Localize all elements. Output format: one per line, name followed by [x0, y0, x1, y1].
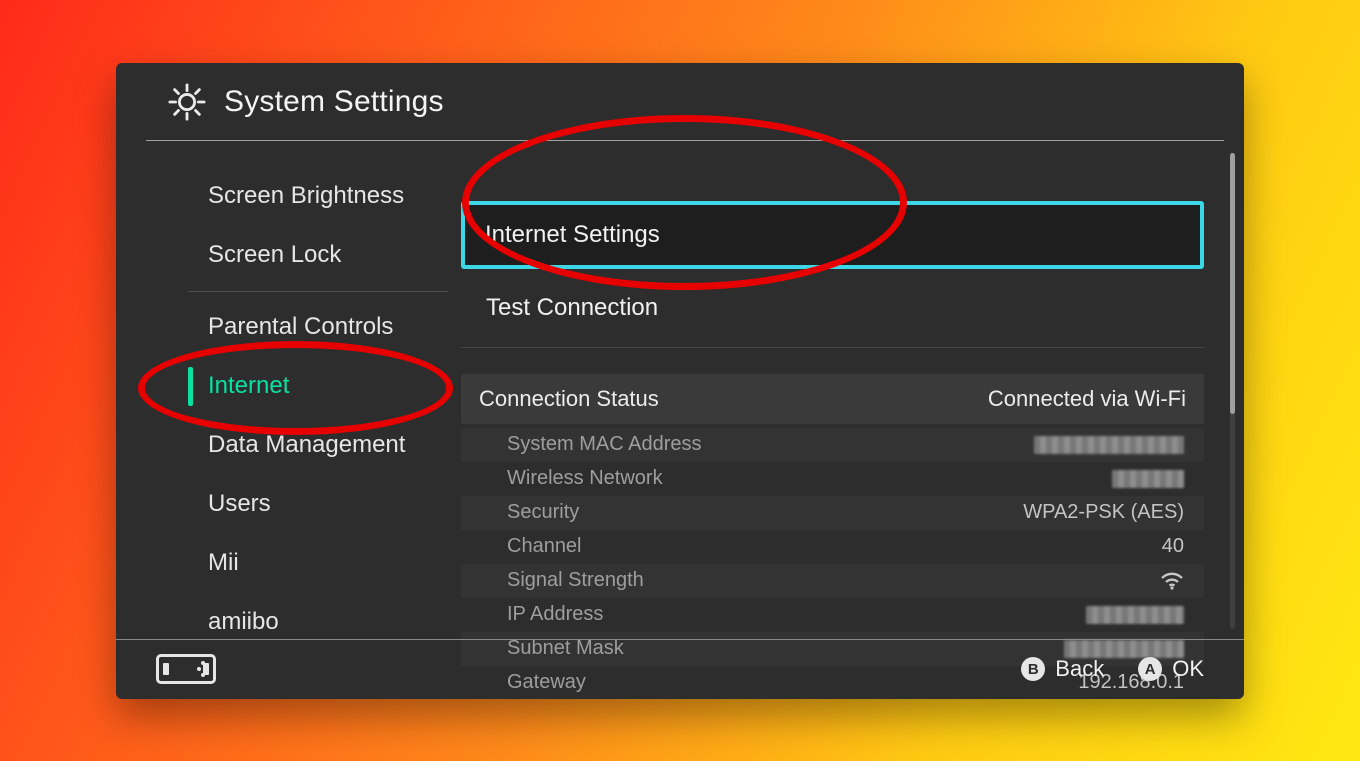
sidebar-item-mii[interactable]: Mii — [188, 534, 461, 593]
option-internet-settings[interactable]: Internet Settings — [461, 201, 1204, 269]
divider — [461, 347, 1204, 348]
back-button-hint[interactable]: B Back — [1021, 656, 1104, 682]
redacted-value — [1034, 436, 1184, 454]
b-button-icon: B — [1021, 657, 1045, 681]
sidebar-item-data-management[interactable]: Data Management — [188, 416, 461, 475]
settings-window: System Settings Screen Brightness Screen… — [116, 63, 1244, 699]
sidebar-item-internet[interactable]: Internet — [188, 357, 461, 416]
divider — [188, 291, 448, 292]
option-test-connection[interactable]: Test Connection — [461, 273, 1204, 343]
detail-signal-strength: Signal Strength — [461, 564, 1204, 598]
gear-icon — [168, 83, 206, 121]
controller-icon — [156, 654, 216, 684]
footer: B Back A OK — [116, 639, 1244, 699]
redacted-value — [1112, 470, 1184, 488]
a-button-icon: A — [1138, 657, 1162, 681]
sidebar-item-parental-controls[interactable]: Parental Controls — [188, 298, 461, 357]
detail-security: Security WPA2-PSK (AES) — [461, 496, 1204, 530]
redacted-value — [1086, 606, 1184, 624]
scrollbar-thumb[interactable] — [1230, 153, 1235, 415]
sidebar-item-screen-brightness[interactable]: Screen Brightness — [188, 167, 461, 226]
scrollbar[interactable] — [1230, 153, 1235, 629]
ok-button-hint[interactable]: A OK — [1138, 656, 1204, 682]
connection-status-value: Connected via Wi-Fi — [988, 386, 1186, 412]
connection-status-row: Connection Status Connected via Wi-Fi — [461, 374, 1204, 424]
sidebar: Screen Brightness Screen Lock Parental C… — [116, 141, 461, 639]
wifi-icon — [1160, 572, 1184, 590]
detail-wireless-network: Wireless Network — [461, 462, 1204, 496]
detail-ip-address: IP Address — [461, 598, 1204, 632]
connection-status-label: Connection Status — [479, 386, 659, 412]
detail-channel: Channel 40 — [461, 530, 1204, 564]
content-pane: Internet Settings Test Connection Connec… — [461, 141, 1244, 639]
sidebar-item-users[interactable]: Users — [188, 475, 461, 534]
detail-mac-address: System MAC Address — [461, 428, 1204, 462]
header: System Settings — [116, 63, 1244, 135]
page-title: System Settings — [224, 85, 444, 119]
sidebar-item-screen-lock[interactable]: Screen Lock — [188, 226, 461, 285]
